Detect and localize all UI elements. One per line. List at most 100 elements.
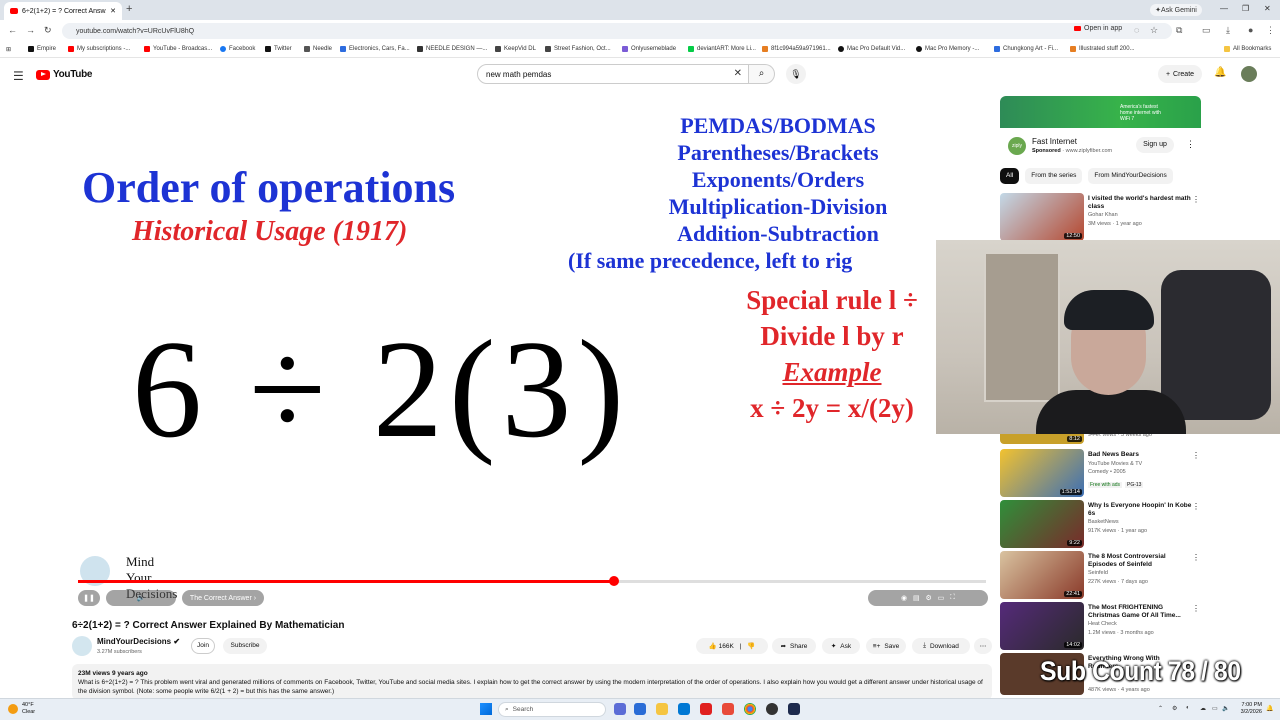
hamburger-menu-icon[interactable]: ☰ (13, 69, 24, 83)
like-button[interactable]: 👍 166K (709, 642, 734, 650)
taskbar-app-icon[interactable] (722, 703, 734, 715)
chip-all[interactable]: All (1000, 168, 1020, 184)
scrubber-handle[interactable] (608, 576, 619, 586)
related-video[interactable]: 9:22 Why Is Everyone Hoopin' In Kobe 6s … (1000, 500, 1210, 548)
windows-start-icon[interactable] (480, 703, 492, 715)
bookmark-item[interactable]: Illustrated stuff 200... (1070, 46, 1135, 52)
related-channel[interactable]: BasketNews (1088, 519, 1119, 525)
related-channel[interactable]: Seinfeld (1088, 570, 1108, 576)
ad-more-icon[interactable]: ⋮ (1186, 139, 1195, 150)
chrome-icon[interactable] (744, 703, 756, 715)
bookmark-item[interactable]: Facebook (220, 46, 255, 52)
star-icon[interactable]: ☆ (1150, 25, 1158, 36)
volume-icon[interactable]: 🔈 (1222, 705, 1229, 712)
download-button[interactable]: ⤓ Download (912, 638, 970, 654)
related-title[interactable]: The Most FRIGHTENING Christmas Game Of A… (1088, 604, 1193, 620)
share-button[interactable]: ➦ Share (772, 638, 816, 654)
taskbar-search[interactable]: ⌕ Search (498, 702, 606, 717)
volume-control[interactable]: 🔈 (106, 590, 176, 606)
video-player[interactable]: Order of operations Historical Usage (19… (72, 94, 992, 611)
bookmark-item[interactable]: YouTube - Broadcas... (144, 46, 212, 52)
save-button[interactable]: ≡+ Save (866, 638, 906, 654)
tray-icon[interactable]: ☁ (1200, 705, 1206, 712)
forward-icon[interactable]: → (26, 25, 35, 35)
all-bookmarks[interactable]: All Bookmarks (1224, 46, 1271, 52)
related-title[interactable]: The 8 Most Controversial Episodes of Sei… (1088, 553, 1193, 569)
video-thumbnail[interactable]: 9:22 (1000, 500, 1084, 548)
new-tab-icon[interactable]: + (126, 3, 132, 15)
subscribe-button[interactable]: Subscribe (223, 638, 267, 654)
more-icon[interactable]: ⋮ (1192, 195, 1200, 204)
bookmark-item[interactable]: Chungkong Art - Fi... (994, 46, 1058, 52)
more-actions-button[interactable]: ⋯ (974, 638, 992, 654)
related-title[interactable]: I visited the world's hardest math class (1088, 195, 1193, 211)
video-thumbnail[interactable]: 12:50 (1000, 193, 1084, 241)
related-channel[interactable]: Gohar Khan (1088, 212, 1118, 218)
sidebar-icon[interactable]: ▭ (1202, 25, 1211, 36)
notifications-bell-icon[interactable]: 🔔 (1214, 67, 1226, 78)
autoplay-toggle-icon[interactable]: ◉ (901, 594, 907, 602)
bookmark-item[interactable]: Twitter (265, 46, 292, 52)
channel-avatar[interactable] (72, 636, 92, 656)
more-icon[interactable]: ⋮ (1192, 553, 1200, 562)
bookmark-item[interactable]: Needle (304, 46, 332, 52)
description-box[interactable]: 23M views 9 years ago What is 6÷2(1+2) =… (72, 664, 992, 700)
file-explorer-icon[interactable] (656, 703, 668, 715)
tray-icon[interactable]: ◐ (1186, 705, 1190, 711)
taskbar-app-icon[interactable] (700, 703, 712, 715)
bookmark-item[interactable]: 8f1c994a59a971961... (762, 46, 831, 52)
eye-off-icon[interactable]: ◌ (1134, 25, 1139, 35)
bookmark-item[interactable]: Empire (28, 46, 56, 52)
weather-widget[interactable]: 40°F Clear (8, 702, 35, 716)
menu-icon[interactable]: ⋮ (1266, 25, 1275, 36)
taskbar-app-icon[interactable] (634, 703, 646, 715)
bookmark-item[interactable]: NEEDLE DESIGN —... (417, 46, 487, 52)
taskbar-app-icon[interactable] (788, 703, 800, 715)
back-icon[interactable]: ← (8, 25, 17, 35)
video-thumbnail[interactable]: 1:53:14 (1000, 449, 1084, 497)
store-icon[interactable] (678, 703, 690, 715)
related-channel[interactable]: Heat Check (1088, 621, 1117, 627)
search-input[interactable]: new math pemdas ✕ (477, 64, 749, 84)
chip-from-channel[interactable]: From MindYourDecisions (1088, 168, 1173, 184)
more-icon[interactable]: ⋮ (1192, 502, 1200, 511)
bookmark-item[interactable]: Electronics, Cars, Fa... (340, 46, 410, 52)
dislike-icon[interactable]: 👎 (747, 642, 755, 650)
theater-mode-icon[interactable]: ▭ (938, 594, 945, 602)
close-tab-icon[interactable]: ✕ (110, 7, 116, 15)
subtitles-icon[interactable]: ▤ (913, 594, 920, 602)
create-button[interactable]: + Create (1158, 65, 1202, 83)
sign-up-button[interactable]: Sign up (1136, 137, 1174, 153)
network-icon[interactable]: ▭ (1212, 705, 1218, 712)
bookmark-item[interactable]: Mac Pro Memory -... (916, 46, 979, 52)
channel-name[interactable]: MindYourDecisions ✔ (97, 637, 180, 646)
settings-gear-icon[interactable]: ⚙ (925, 594, 931, 602)
ad-title[interactable]: Fast Internet (1032, 137, 1077, 146)
related-title[interactable]: Why Is Everyone Hoopin' In Kobe 6s (1088, 502, 1193, 518)
url-field[interactable]: youtube.com/watch?v=URcUvFlU8hQ (62, 23, 1172, 39)
taskbar-app-icon[interactable] (766, 703, 778, 715)
browser-tab[interactable]: 6÷2(1+2) = ? Correct Answ... ✕ (4, 2, 122, 20)
chip-from-series[interactable]: From the series (1025, 168, 1083, 184)
bookmark-item[interactable]: deviantART: More Li... (688, 46, 756, 52)
related-video[interactable]: 14:02 The Most FRIGHTENING Christmas Gam… (1000, 602, 1210, 650)
tray-icon[interactable]: ⚙ (1172, 705, 1177, 712)
progress-bar[interactable] (78, 576, 986, 586)
youtube-logo[interactable]: YouTube (36, 69, 93, 80)
video-thumbnail[interactable]: 14:02 (1000, 602, 1084, 650)
ask-button[interactable]: ✦ Ask (822, 638, 860, 654)
account-avatar[interactable] (1241, 66, 1257, 82)
bookmark-item[interactable]: Onlyusemeblade (622, 46, 676, 52)
open-in-app-button[interactable]: Open in app (1074, 25, 1122, 32)
download-icon[interactable]: ⤓ (1226, 25, 1230, 36)
fullscreen-icon[interactable]: ⛶ (950, 594, 955, 602)
close-window-icon[interactable]: ✕ (1264, 4, 1271, 13)
profile-icon[interactable]: ● (1248, 25, 1253, 35)
related-title[interactable]: Bad News Bears (1088, 451, 1193, 459)
notification-icon[interactable]: 🔔 (1266, 705, 1273, 712)
bookmark-item[interactable]: Street Fashion, Oct... (545, 46, 611, 52)
sponsored-ad[interactable]: America's fastest home internet with WiF… (1000, 96, 1201, 160)
more-icon[interactable]: ⋮ (1192, 604, 1200, 613)
ask-gemini-button[interactable]: ✦ Ask Gemini (1150, 4, 1202, 16)
chapter-button[interactable]: The Correct Answer › (182, 590, 264, 606)
